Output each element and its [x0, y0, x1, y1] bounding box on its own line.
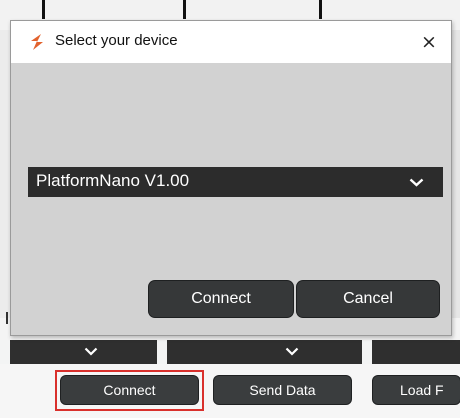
column-divider [183, 0, 186, 19]
device-select[interactable]: PlatformNano V1.00 [28, 167, 443, 197]
background-dropdown-1[interactable] [10, 340, 157, 364]
divider [6, 312, 8, 324]
background-dropdown-2[interactable] [167, 340, 362, 364]
send-data-button[interactable]: Send Data [214, 376, 351, 404]
column-divider [319, 0, 322, 19]
background-dropdown-3[interactable] [372, 340, 460, 364]
chevron-down-icon [409, 178, 424, 187]
column-divider [42, 0, 45, 19]
background-panel [0, 30, 10, 336]
background-panel [452, 30, 460, 336]
connect-button[interactable]: Connect [149, 281, 293, 317]
load-file-button[interactable]: Load F [373, 376, 460, 404]
select-device-dialog: Select your device × PlatformNano V1.00 … [10, 20, 452, 336]
device-select-value: PlatformNano V1.00 [36, 171, 190, 190]
dialog-titlebar: Select your device × [11, 21, 451, 63]
app-logo-icon [31, 34, 43, 50]
highlight-box [55, 370, 204, 411]
dialog-title: Select your device [55, 32, 178, 49]
close-button[interactable]: × [417, 30, 441, 54]
chevron-down-icon [285, 347, 299, 356]
cancel-button[interactable]: Cancel [297, 281, 439, 317]
chevron-down-icon [84, 347, 98, 356]
